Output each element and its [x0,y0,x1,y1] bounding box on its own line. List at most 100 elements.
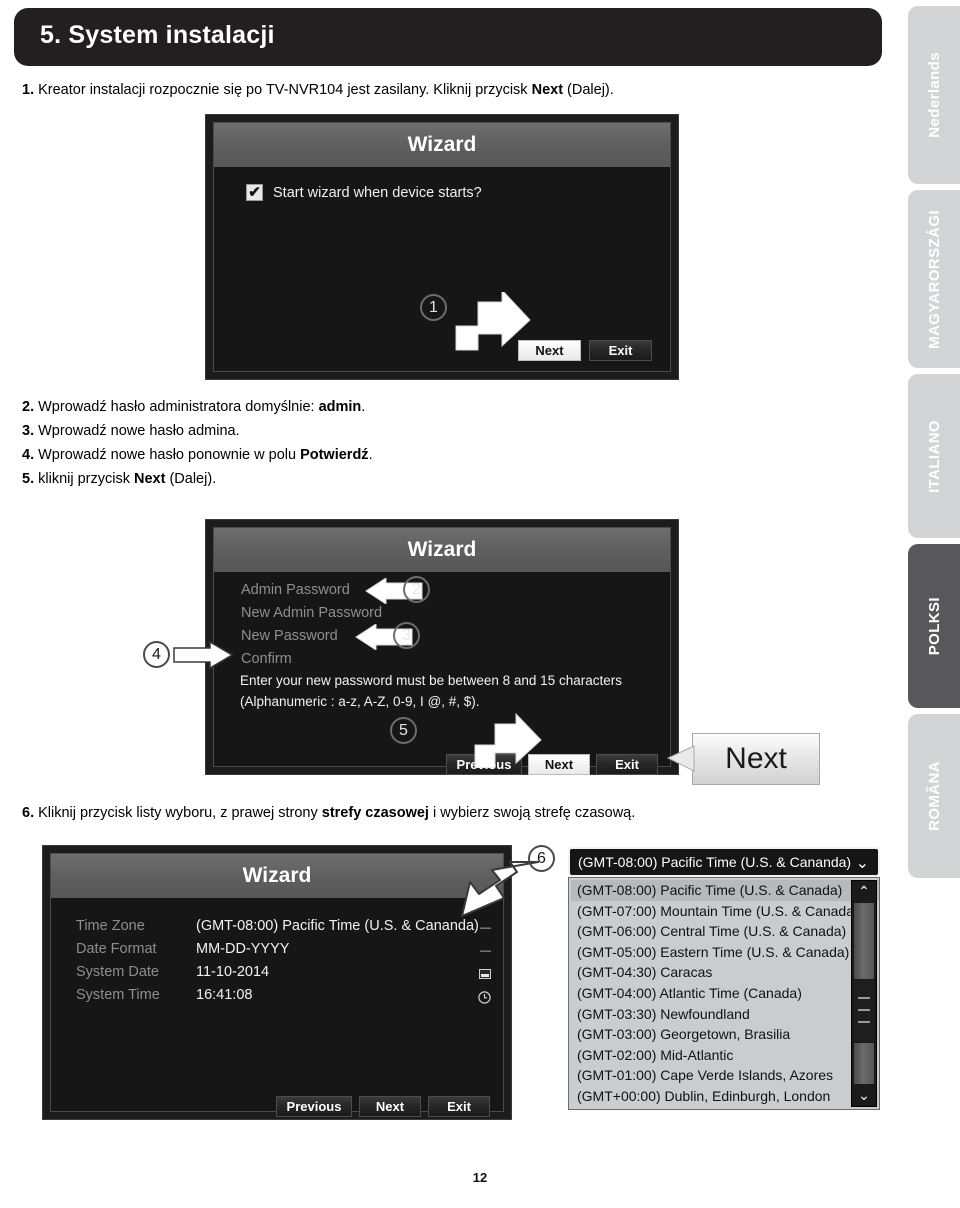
instruction-step-1-text-before: Kreator instalacji rozpocznie się po TV-… [34,82,532,98]
date-format-value[interactable]: MM-DD-YYYY [196,941,289,957]
instruction-step-2-number: 2. [22,399,35,415]
instruction-step-4-text-before: Wprowadź nowe hasło ponownie w polu [34,447,301,463]
timezone-option[interactable]: (GMT-08:00) Pacific Time (U.S. & Canada) [571,880,879,901]
password-help-line-2: (Alphanumeric : a-z, A-Z, 0-9, I @, #, $… [240,694,480,709]
wizard3-exit-button[interactable]: Exit [428,1096,490,1117]
callout-arrow-4 [173,641,234,669]
timezone-dropdown-selected: (GMT-08:00) Pacific Time (U.S. & Cananda… [578,854,852,870]
wizard-dialog-3-titlebar: Wizard [51,854,503,898]
timezone-option[interactable]: (GMT-07:00) Mountain Time (U.S. & Canada… [571,901,879,922]
admin-password-label: Admin Password [241,582,350,598]
wizard-dialog-1-inner: Wizard ✔ Start wizard when device starts… [213,122,671,372]
wizard-dialog-3-title: Wizard [242,864,312,887]
instruction-step-3-text-before: Wprowadź nowe hasło admina. [34,423,240,439]
wizard-dialog-1-title: Wizard [407,133,477,156]
page-number: 12 [472,1170,488,1185]
wizard-dialog-2-titlebar: Wizard [214,528,670,572]
instruction-step-4-number: 4. [22,447,35,463]
instruction-step-6: 6. Kliknij przycisk listy wyboru, z praw… [22,805,635,822]
instruction-step-2-text-after: . [361,399,366,415]
time-zone-value[interactable]: (GMT-08:00) Pacific Time (U.S. & Cananda… [196,918,479,934]
system-date-value[interactable]: 11-10-2014 [196,964,269,980]
start-wizard-checkbox[interactable]: ✔ [246,184,263,201]
system-time-label: System Time [76,987,160,1003]
wizard-dialog-1: Wizard ✔ Start wizard when device starts… [205,114,679,380]
timezone-dropdown: (GMT-08:00) Pacific Time (U.S. & Cananda… [568,847,880,1110]
instruction-step-6-number: 6. [22,805,35,821]
callout-circle-1: 1 [420,294,447,321]
wizard-dialog-2-inner: Wizard Admin Password New Admin Password… [213,527,671,775]
instruction-step-1-text-after: (Dalej). [563,82,614,98]
instruction-step-3: 3. Wprowadź nowe hasło admina. [22,423,240,440]
timezone-option-list: (GMT-08:00) Pacific Time (U.S. & Canada)… [568,877,880,1110]
callout-arrow-6 [461,861,539,917]
timezone-option[interactable]: (GMT-06:00) Central Time (U.S. & Canada) [571,921,879,942]
scroll-up-icon[interactable]: ⌃ [852,881,876,901]
system-time-value[interactable]: 16:41:08 [196,987,252,1003]
callout-circle-5: 5 [390,717,417,744]
sidebar-tab-italiano[interactable]: ITALIANO [908,374,960,538]
zoom-callout-tail [666,745,695,772]
instruction-step-5-text-after: (Dalej). [165,471,217,487]
instruction-step-2: 2. Wprowadź hasło administratora domyśln… [22,399,365,416]
sidebar-tab-polksi[interactable]: POLKSI [908,544,960,708]
new-admin-password-label: New Admin Password [241,605,383,621]
timezone-dropdown-button[interactable]: (GMT-08:00) Pacific Time (U.S. & Cananda… [568,847,880,877]
instruction-step-3-number: 3. [22,423,35,439]
sidebar-tab-magyarorszagi[interactable]: MAGYARORSZÁGI [908,190,960,368]
checkmark-icon: ✔ [248,184,261,201]
wizard-dialog-3-inner: Wizard Time Zone (GMT-08:00) Pacific Tim… [50,853,504,1117]
wizard2-exit-button[interactable]: Exit [596,754,658,775]
timezone-option[interactable]: (GMT-05:00) Eastern Time (U.S. & Canada) [571,942,879,963]
page-title: 5. System instalacji [40,21,275,49]
instruction-step-6-text-before: Kliknij przycisk listy wyboru, z prawej … [34,805,322,821]
wizard-dialog-2: Wizard Admin Password New Admin Password… [205,519,679,775]
instruction-step-1-bold: Next [531,82,564,98]
chevron-down-icon: ⌄ [855,855,869,872]
section-header: 5. System instalacji [14,8,882,66]
timezone-option[interactable]: (GMT-03:30) Newfoundland [571,1004,879,1025]
sidebar-tab-italiano-label: ITALIANO [925,419,943,493]
scrollbar-track-middle[interactable] [854,981,874,1041]
new-password-label: New Password [241,628,338,644]
scroll-down-icon[interactable]: ⌄ [852,1086,876,1106]
scrollbar-thumb-upper[interactable] [854,903,874,979]
zoom-callout-next-label: Next [725,742,787,775]
instruction-step-1-number: 1. [22,82,35,98]
timezone-option[interactable]: (GMT-04:00) Atlantic Time (Canada) [571,983,879,1004]
scrollbar-thumb-lower[interactable] [854,1043,874,1084]
time-zone-label: Time Zone [76,918,145,934]
zoom-callout-next: Next [692,733,820,785]
instruction-step-4-bold: Potwierdź [300,447,369,463]
start-wizard-checkbox-label: Start wizard when device starts? [273,185,482,201]
callout-arrow-1 [455,292,531,351]
instruction-step-5: 5. kliknij przycisk Next (Dalej). [22,471,216,488]
instruction-step-5-text-before: kliknij przycisk [34,471,134,487]
calendar-icon[interactable] [479,969,491,979]
sidebar-tab-nederlands-label: Nederlands [925,52,943,138]
wizard1-exit-button[interactable]: Exit [589,340,652,361]
instruction-step-2-text-before: Wprowadź hasło administratora domyślnie: [34,399,319,415]
sidebar-tab-romana[interactable]: ROMÂNA [908,714,960,878]
callout-arrow-5 [474,712,542,768]
wizard-dialog-1-titlebar: Wizard [214,123,670,167]
timezone-list-scrollbar[interactable]: ⌃ ⌄ [851,880,877,1107]
timezone-option[interactable]: (GMT-02:00) Mid-Atlantic [571,1045,879,1066]
instruction-step-5-number: 5. [22,471,35,487]
instruction-step-6-text-after: i wybierz swoją strefę czasową. [428,805,636,821]
dash-icon-dateformat[interactable]: — [480,945,491,957]
timezone-option[interactable]: (GMT-01:00) Cape Verde Islands, Azores [571,1065,879,1086]
timezone-option[interactable]: (GMT+00:00) Dublin, Edinburgh, London [571,1086,879,1107]
wizard3-previous-button[interactable]: Previous [276,1096,352,1117]
sidebar-tab-nederlands[interactable]: Nederlands [908,6,960,184]
callout-circle-3: 3 [393,622,420,649]
wizard3-next-button[interactable]: Next [359,1096,421,1117]
instruction-step-1: 1. Kreator instalacji rozpocznie się po … [22,82,614,99]
date-format-label: Date Format [76,941,157,957]
wizard-dialog-3-body: Time Zone (GMT-08:00) Pacific Time (U.S.… [51,898,503,1117]
clock-icon[interactable] [477,990,492,1005]
confirm-label: Confirm [241,651,292,667]
timezone-option[interactable]: (GMT-04:30) Caracas [571,962,879,983]
timezone-option[interactable]: (GMT-03:00) Georgetown, Brasilia [571,1024,879,1045]
instruction-step-5-bold: Next [134,471,166,487]
